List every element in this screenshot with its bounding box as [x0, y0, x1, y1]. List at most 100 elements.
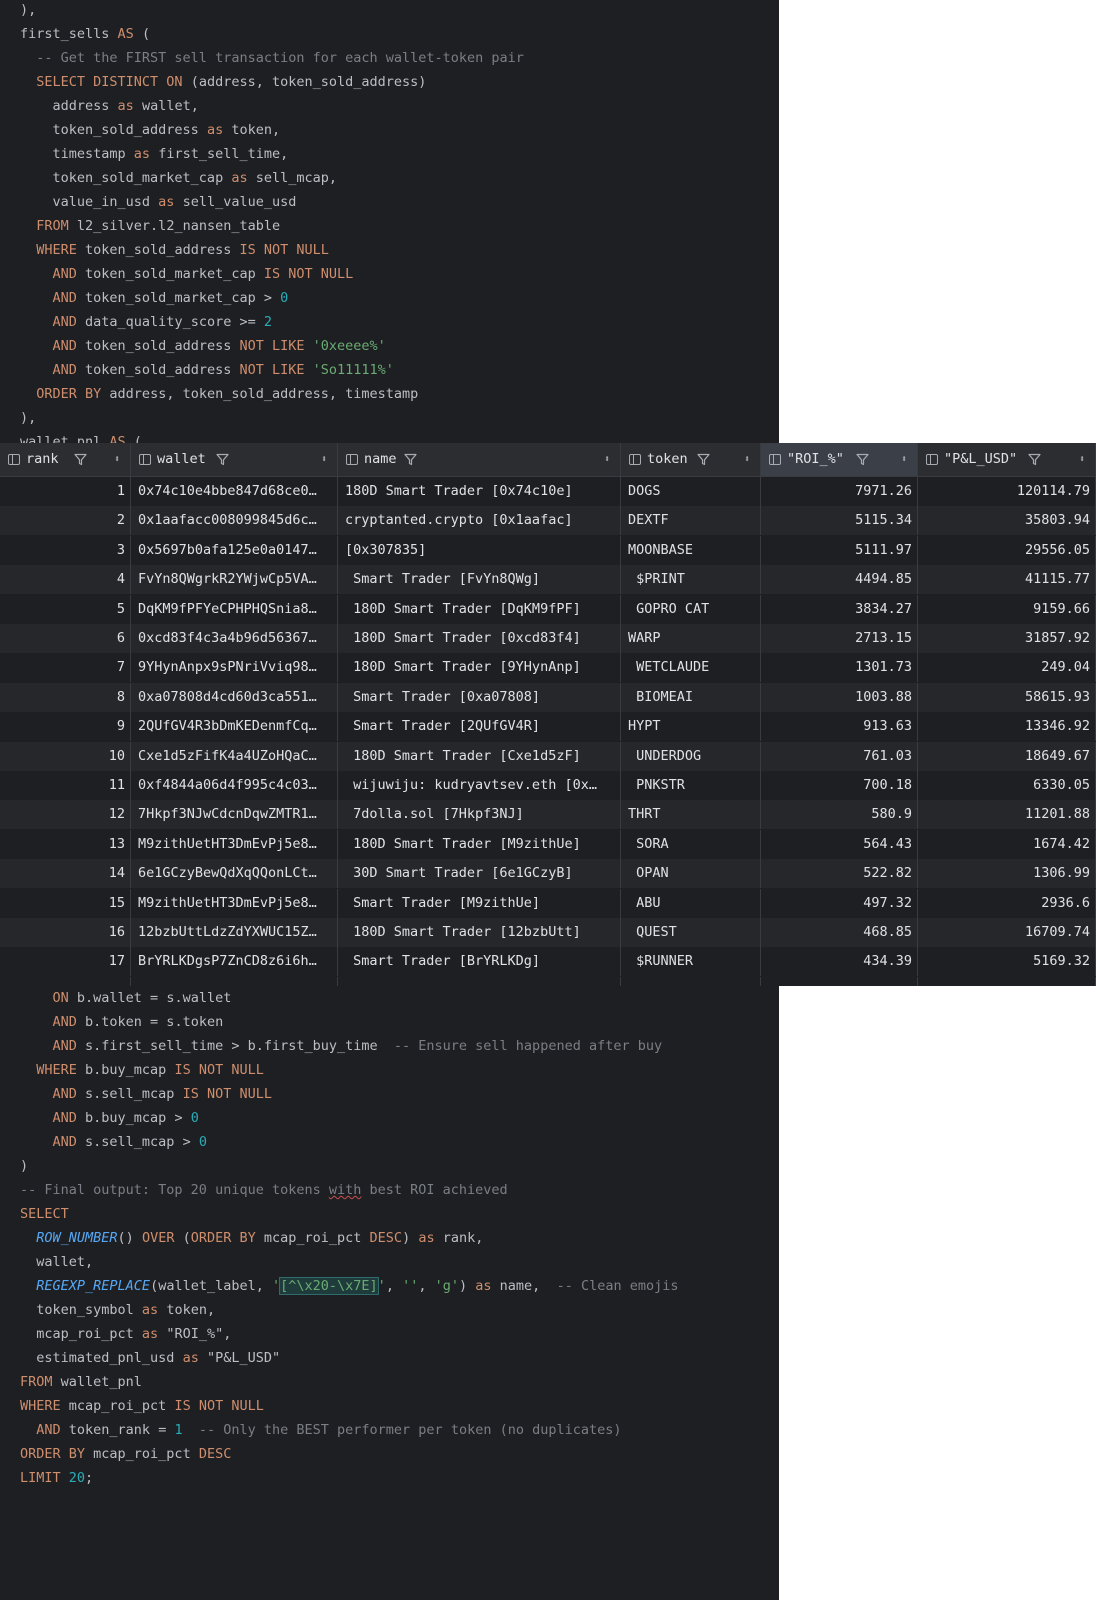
- cell-rank[interactable]: 6: [0, 624, 131, 653]
- funnel-filter-icon[interactable]: [404, 453, 417, 466]
- cell-name[interactable]: wijuwiju: kudryavtsev.eth [0x…: [338, 771, 621, 800]
- table-row[interactable]: 8 0xa07808d4cd60d3ca551… Smart Trader [0x…: [0, 682, 1096, 712]
- cell-token[interactable]: MOONBASE: [621, 535, 761, 565]
- cell-token[interactable]: THRT: [621, 800, 761, 830]
- cell-token[interactable]: QUEST: [621, 918, 761, 947]
- table-row[interactable]: 12 7Hkpf3NJwCdcnDqwZMTR1… 7dolla.sol [7Hk…: [0, 800, 1096, 830]
- cell-rank[interactable]: 9: [0, 712, 131, 742]
- cell-rank[interactable]: 15: [0, 888, 131, 918]
- sort-arrows-icon[interactable]: ⬍: [114, 443, 120, 476]
- cell-roi[interactable]: 580.9: [761, 800, 918, 830]
- cell-token[interactable]: GOPRO CAT: [621, 594, 761, 624]
- cell-rank[interactable]: 5: [0, 594, 131, 624]
- cell-roi[interactable]: 761.03: [761, 741, 918, 771]
- sort-arrows-icon[interactable]: ⬍: [604, 443, 610, 476]
- cell-token[interactable]: $PRINT: [621, 565, 761, 595]
- cell-roi[interactable]: 5115.34: [761, 506, 918, 536]
- cell-roi[interactable]: 1003.88: [761, 682, 918, 712]
- cell-rank[interactable]: 3: [0, 535, 131, 565]
- cell-name[interactable]: Smart Trader [0xa07808]: [338, 682, 621, 712]
- cell-wallet[interactable]: 0x74c10e4bbe847d68ce0…: [131, 477, 338, 506]
- sort-arrows-icon[interactable]: ⬍: [1079, 443, 1085, 476]
- cell-wallet[interactable]: DqKM9fPFYeCPHPHQSnia8…: [131, 594, 338, 624]
- sql-editor-top[interactable]: ), first_sells AS ( -- Get the FIRST sell…: [0, 0, 779, 443]
- cell-wallet[interactable]: Cxe1d5zFifK4a4UZoHQaC…: [131, 741, 338, 771]
- cell-token[interactable]: $RUNNER: [621, 947, 761, 977]
- cell-token[interactable]: DOGS: [621, 477, 761, 506]
- cell-wallet[interactable]: 0x5697b0afa125e0a0147…: [131, 535, 338, 565]
- cell-rank[interactable]: 2: [0, 506, 131, 536]
- column-header-pnl[interactable]: "P&L_USD" ⬍: [918, 443, 1096, 476]
- table-row[interactable]: 1 0x74c10e4bbe847d68ce0… 180D Smart Trader…: [0, 477, 1096, 506]
- cell-wallet[interactable]: 0xa07808d4cd60d3ca551…: [131, 682, 338, 712]
- cell-pnl[interactable]: 41115.77: [918, 565, 1096, 595]
- table-row[interactable]: 14 6e1GCzyBewQdXqQQonLCt… 30D Smart Trade…: [0, 859, 1096, 889]
- cell-token[interactable]: UNDERDOG: [621, 741, 761, 771]
- sort-arrows-icon[interactable]: ⬍: [321, 443, 327, 476]
- table-row[interactable]: 5 DqKM9fPFYeCPHPHQSnia8… 180D Smart Trade…: [0, 594, 1096, 624]
- cell-pnl[interactable]: 11201.88: [918, 800, 1096, 830]
- cell-rank[interactable]: 14: [0, 859, 131, 889]
- cell-roi[interactable]: 7971.26: [761, 477, 918, 506]
- cell-pnl[interactable]: 13346.92: [918, 712, 1096, 742]
- cell-token[interactable]: WETCLAUDE: [621, 653, 761, 683]
- table-row[interactable]: 13 M9zithUetHT3DmEvPj5e8… 180D Smart Trad…: [0, 829, 1096, 859]
- cell-wallet[interactable]: FvYn8QWgrkR2YWjwCp5VA…: [131, 565, 338, 595]
- cell-name[interactable]: 180D Smart Trader [DqKM9fPF]: [338, 594, 621, 624]
- funnel-filter-icon[interactable]: [216, 453, 229, 466]
- table-row[interactable]: 17 BrYRLKDgsP7ZnCD8z6i6h… Smart Trader [B…: [0, 947, 1096, 977]
- cell-wallet[interactable]: 0xf4844a06d4f995c4c03…: [131, 771, 338, 800]
- cell-token[interactable]: DEXTF: [621, 506, 761, 536]
- cell-pnl[interactable]: 9159.66: [918, 594, 1096, 624]
- cell-wallet[interactable]: 0xcd83f4c3a4b96d56367…: [131, 624, 338, 653]
- cell-name[interactable]: 180D Smart Trader [M9zithUe]: [338, 829, 621, 859]
- column-header-token[interactable]: token ⬍: [621, 443, 761, 476]
- cell-roi[interactable]: 564.43: [761, 829, 918, 859]
- cell-name[interactable]: [0x307835]: [338, 535, 621, 565]
- cell-name[interactable]: 180D Smart Trader [0xcd83f4]: [338, 624, 621, 653]
- cell-name[interactable]: 180D Smart Trader [0x74c10e]: [338, 477, 621, 506]
- cell-token[interactable]: WARP: [621, 624, 761, 653]
- table-row[interactable]: 9 2QUfGV4R3bDmKEDenmfCq… Smart Trader [2Q…: [0, 712, 1096, 742]
- cell-token[interactable]: SORA: [621, 829, 761, 859]
- cell-pnl[interactable]: 31857.92: [918, 624, 1096, 653]
- table-row[interactable]: 6 0xcd83f4c3a4b96d56367… 180D Smart Trade…: [0, 624, 1096, 653]
- cell-pnl[interactable]: 1674.42: [918, 829, 1096, 859]
- funnel-filter-icon[interactable]: [856, 453, 869, 466]
- cell-name[interactable]: 180D Smart Trader [9YHynAnp]: [338, 653, 621, 683]
- cell-rank[interactable]: 4: [0, 565, 131, 595]
- column-header-name[interactable]: name ⬍: [338, 443, 621, 476]
- cell-rank[interactable]: 10: [0, 741, 131, 771]
- cell-pnl[interactable]: 249.04: [918, 653, 1096, 683]
- cell-token[interactable]: BIOMEAI: [621, 682, 761, 712]
- cell-token[interactable]: ABU: [621, 888, 761, 918]
- column-header-rank[interactable]: rank ⬍: [0, 443, 131, 476]
- cell-wallet[interactable]: M9zithUetHT3DmEvPj5e8…: [131, 829, 338, 859]
- cell-roi[interactable]: 434.39: [761, 947, 918, 977]
- cell-pnl[interactable]: 35803.94: [918, 506, 1096, 536]
- cell-name[interactable]: Smart Trader [BrYRLKDg]: [338, 947, 621, 977]
- sort-arrows-icon[interactable]: ⬍: [744, 443, 750, 476]
- cell-pnl[interactable]: 29556.05: [918, 535, 1096, 565]
- sql-editor-bottom[interactable]: ON b.wallet = s.wallet AND b.token = s.t…: [0, 986, 779, 1600]
- cell-wallet[interactable]: M9zithUetHT3DmEvPj5e8…: [131, 888, 338, 918]
- cell-token[interactable]: PNKSTR: [621, 771, 761, 800]
- cell-roi[interactable]: 468.85: [761, 918, 918, 947]
- table-row[interactable]: 4 FvYn8QWgrkR2YWjwCp5VA… Smart Trader [Fv…: [0, 565, 1096, 595]
- cell-pnl[interactable]: 2936.6: [918, 888, 1096, 918]
- result-grid[interactable]: rank ⬍ wallet ⬍ name ⬍ token ⬍ "ROI_%" ⬍ "P&L_USD"…: [0, 443, 1096, 986]
- cell-wallet[interactable]: 2QUfGV4R3bDmKEDenmfCq…: [131, 712, 338, 742]
- cell-name[interactable]: Smart Trader [M9zithUe]: [338, 888, 621, 918]
- cell-token[interactable]: HYPT: [621, 712, 761, 742]
- cell-roi[interactable]: 3834.27: [761, 594, 918, 624]
- cell-pnl[interactable]: 120114.79: [918, 477, 1096, 506]
- cell-rank[interactable]: 11: [0, 771, 131, 800]
- cell-roi[interactable]: 1301.73: [761, 653, 918, 683]
- table-row[interactable]: 3 0x5697b0afa125e0a0147… [0x307835] MOONBAS…: [0, 535, 1096, 565]
- funnel-filter-icon[interactable]: [74, 453, 87, 466]
- cell-roi[interactable]: 4494.85: [761, 565, 918, 595]
- cell-wallet[interactable]: BrYRLKDgsP7ZnCD8z6i6h…: [131, 947, 338, 977]
- table-row[interactable]: 16 12bzbUttLdzZdYXWUC15Z… 180D Smart Trad…: [0, 918, 1096, 947]
- table-row[interactable]: 15 M9zithUetHT3DmEvPj5e8… Smart Trader [M…: [0, 888, 1096, 918]
- cell-rank[interactable]: 8: [0, 682, 131, 712]
